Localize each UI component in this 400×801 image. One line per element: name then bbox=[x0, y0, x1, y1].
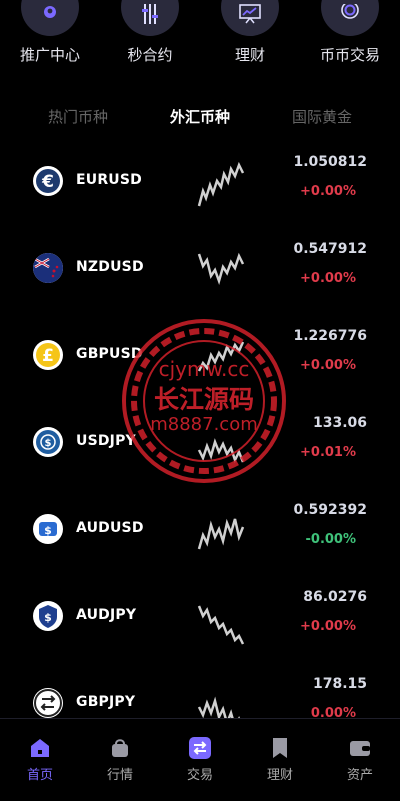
watermark-line3: m8887.com bbox=[150, 414, 258, 435]
market-tabs: 热门币种 外汇币种 国际黄金 bbox=[0, 100, 400, 132]
chart-board-icon bbox=[221, 0, 279, 36]
market-symbol: GBPJPY bbox=[76, 694, 136, 710]
nav-trade[interactable]: 交易 bbox=[160, 719, 240, 801]
coin-circle-icon bbox=[321, 0, 379, 36]
nav-label: 理财 bbox=[266, 768, 293, 783]
user-pin-icon bbox=[21, 0, 79, 36]
market-symbol: EURUSD bbox=[76, 172, 142, 188]
market-change: +0.00% bbox=[300, 271, 356, 286]
market-row-eurusd[interactable]: € EURUSD 1.050812 +0.00% bbox=[0, 141, 400, 229]
market-symbol: AUDJPY bbox=[76, 607, 137, 623]
market-change: +0.00% bbox=[300, 358, 356, 373]
tab-forex[interactable]: 外汇币种 bbox=[140, 106, 260, 127]
watermark-line2: 长江源码 bbox=[154, 385, 254, 414]
quick-action-label: 币币交易 bbox=[319, 46, 380, 64]
nav-finance[interactable]: 理财 bbox=[240, 719, 320, 801]
market-price: 0.547912 bbox=[293, 241, 367, 257]
market-price: 86.0276 bbox=[303, 589, 367, 605]
nav-markets[interactable]: 行情 bbox=[80, 719, 160, 801]
nav-label: 交易 bbox=[186, 768, 213, 783]
quick-actions: 推广中心 秒合约 理财 币币交易 bbox=[0, 0, 400, 80]
market-change: +0.00% bbox=[300, 184, 356, 199]
wallet-icon bbox=[350, 741, 370, 756]
market-row-nzdusd[interactable]: NZDUSD 0.547912 +0.00% bbox=[0, 228, 400, 316]
bottom-nav: 首页 行情 交易 理财 资产 bbox=[0, 718, 400, 801]
market-price: 1.050812 bbox=[293, 154, 367, 170]
sparkline-chart bbox=[197, 161, 245, 207]
svg-text:$: $ bbox=[44, 611, 52, 624]
nav-label: 行情 bbox=[106, 768, 133, 783]
market-symbol: NZDUSD bbox=[76, 259, 144, 275]
svg-text:$: $ bbox=[45, 438, 52, 449]
globe-coin-icon: $ bbox=[33, 427, 63, 457]
swap-icon bbox=[189, 737, 211, 759]
sliders-icon bbox=[121, 0, 179, 36]
svg-text:£: £ bbox=[42, 346, 54, 366]
quick-action-spot-trade[interactable]: 币币交易 bbox=[300, 0, 400, 80]
quick-action-label: 秒合约 bbox=[127, 46, 173, 64]
watermark-line1: cjymw.cc bbox=[159, 357, 250, 381]
bag-icon bbox=[112, 739, 128, 757]
market-price: 133.06 bbox=[312, 415, 367, 431]
nav-label: 资产 bbox=[346, 768, 373, 783]
sparkline-chart bbox=[197, 605, 245, 645]
tab-gold[interactable]: 国际黄金 bbox=[262, 106, 382, 127]
quick-action-finance[interactable]: 理财 bbox=[200, 0, 300, 80]
sparkline-chart bbox=[197, 252, 245, 286]
euro-icon: € bbox=[33, 166, 63, 196]
exchange-arrows-icon bbox=[33, 688, 63, 718]
pound-icon: £ bbox=[33, 340, 63, 370]
market-row-audjpy[interactable]: $ AUDJPY 86.0276 +0.00% bbox=[0, 576, 400, 664]
market-row-audusd[interactable]: $ AUDUSD 0.592392 -0.00% bbox=[0, 489, 400, 577]
market-change: +0.01% bbox=[300, 445, 356, 460]
quick-action-promotion[interactable]: 推广中心 bbox=[0, 0, 100, 80]
market-price: 0.592392 bbox=[293, 502, 367, 518]
market-change: -0.00% bbox=[305, 532, 357, 547]
market-price: 1.226776 bbox=[293, 328, 367, 344]
nav-home[interactable]: 首页 bbox=[0, 719, 80, 801]
tab-hot-coins[interactable]: 热门币种 bbox=[18, 106, 138, 127]
quick-action-label: 理财 bbox=[234, 46, 265, 64]
quick-action-label: 推广中心 bbox=[19, 46, 80, 64]
svg-text:€: € bbox=[41, 172, 54, 192]
nz-flag-icon bbox=[33, 253, 63, 283]
sparkline-chart bbox=[197, 518, 245, 550]
nav-assets[interactable]: 资产 bbox=[320, 719, 400, 801]
svg-text:$: $ bbox=[44, 524, 52, 537]
market-change: +0.00% bbox=[300, 619, 356, 634]
nav-label: 首页 bbox=[26, 768, 53, 783]
market-symbol: AUDUSD bbox=[76, 520, 144, 536]
watermark-seal: cjymw.cc 长江源码 m8887.com bbox=[122, 319, 286, 483]
dollar-shield-icon: $ bbox=[33, 601, 63, 631]
dollar-card-icon: $ bbox=[33, 514, 63, 544]
quick-action-second-contract[interactable]: 秒合约 bbox=[100, 0, 200, 80]
home-icon bbox=[31, 739, 49, 757]
bookmark-icon bbox=[273, 738, 287, 758]
market-price: 178.15 bbox=[312, 676, 367, 692]
